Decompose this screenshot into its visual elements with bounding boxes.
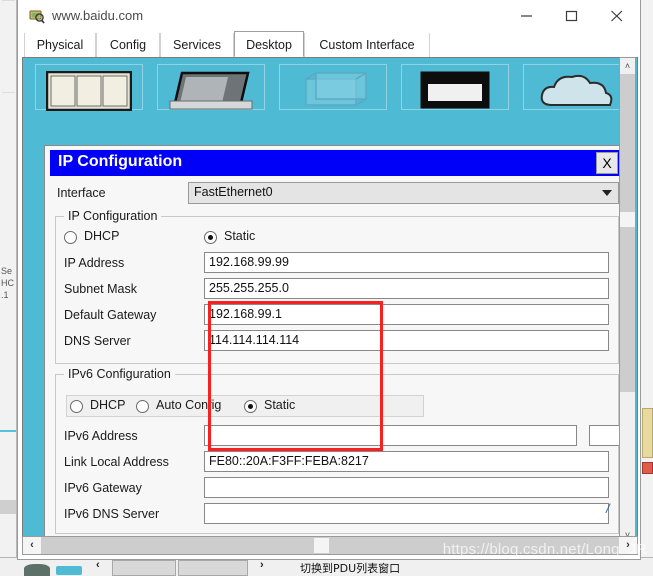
- link-local-address-input[interactable]: FE80::20A:F3FF:FEBA:8217: [204, 451, 609, 472]
- ipv6-gateway-label: IPv6 Gateway: [64, 481, 142, 495]
- ipv4-static-label: Static: [224, 229, 256, 243]
- radio-dot-icon: [244, 400, 257, 413]
- dns-server-input[interactable]: 114.114.114.114: [204, 330, 609, 351]
- ipv6-auto-config-label: Auto Config: [156, 398, 222, 412]
- ipv6-prefix-input[interactable]: [589, 425, 621, 446]
- bottom-status-text: 切换到PDU列表窗口: [300, 562, 401, 575]
- minimize-button[interactable]: [505, 0, 550, 30]
- vertical-scroll-track-top[interactable]: [620, 74, 635, 212]
- desktop-tile-command-prompt[interactable]: [401, 64, 509, 110]
- bottom-right-arrow-icon[interactable]: ›: [260, 559, 264, 571]
- ipv6-prefix-separator: /: [606, 501, 610, 516]
- vertical-scroll-track-bottom[interactable]: [620, 227, 635, 392]
- desktop-horizontal-scrollbar[interactable]: ‹ ›: [22, 536, 638, 555]
- default-gateway-input[interactable]: 192.168.99.1: [204, 304, 609, 325]
- ipv4-group-title: IP Configuration: [64, 209, 162, 223]
- chevron-down-icon: [602, 190, 612, 196]
- tab-custom-interface[interactable]: Custom Interface: [304, 33, 430, 57]
- scroll-left-icon[interactable]: ‹: [23, 537, 41, 554]
- dialog-close-button[interactable]: X: [596, 152, 618, 174]
- subnet-mask-input[interactable]: 255.255.255.0: [204, 278, 609, 299]
- close-button[interactable]: [595, 0, 640, 30]
- monitor-icon: [168, 71, 254, 114]
- horizontal-scroll-track[interactable]: [41, 537, 619, 554]
- desktop-tile-dial-up[interactable]: [157, 64, 265, 110]
- ipv4-dhcp-label: DHCP: [84, 229, 120, 243]
- window-panes-icon: [45, 70, 133, 114]
- tab-config[interactable]: Config: [96, 33, 160, 57]
- tab-physical[interactable]: Physical: [24, 33, 96, 57]
- ip-configuration-dialog: IP Configuration X Interface FastEtherne…: [44, 145, 624, 543]
- interface-select[interactable]: FastEthernet0: [188, 182, 619, 204]
- left-fragment-line-2: .1: [1, 290, 9, 300]
- ipv6-static-label: Static: [264, 398, 296, 412]
- desktop-canvas: IP Configuration X Interface FastEtherne…: [22, 57, 638, 544]
- desktop-tile-web-browser[interactable]: [523, 64, 631, 110]
- ipv6-dhcp-label: DHCP: [90, 398, 126, 412]
- ipv4-configuration-group: IP Configuration DHCP Static IP Address …: [55, 209, 619, 364]
- ipv6-address-label: IPv6 Address: [64, 429, 138, 443]
- radio-dot-icon: [136, 400, 149, 413]
- ipv6-dns-server-label: IPv6 DNS Server: [64, 507, 160, 521]
- radio-dot-icon: [70, 400, 83, 413]
- bottom-left-arrow-icon[interactable]: ‹: [96, 559, 100, 571]
- interface-select-value: FastEthernet0: [194, 185, 273, 199]
- dialog-titlebar: IP Configuration X: [50, 150, 620, 176]
- ipv6-address-input[interactable]: [204, 425, 577, 446]
- background-window-right: [640, 0, 653, 576]
- ip-address-label: IP Address: [64, 256, 125, 270]
- desktop-tile-terminal[interactable]: [279, 64, 387, 110]
- ip-address-input[interactable]: 192.168.99.99: [204, 252, 609, 273]
- left-fragment-line-1: HC: [1, 278, 14, 288]
- horizontal-scroll-thumb[interactable]: [314, 538, 329, 553]
- vertical-scroll-thumb[interactable]: [620, 212, 635, 227]
- ipv6-gateway-input[interactable]: [204, 477, 609, 498]
- background-window-left: Se HC .1: [0, 0, 17, 576]
- maximize-button[interactable]: [550, 0, 595, 30]
- subnet-mask-label: Subnet Mask: [64, 282, 137, 296]
- desktop-tile-ip-configuration[interactable]: [35, 64, 143, 112]
- tab-services[interactable]: Services: [160, 33, 234, 57]
- ipv6-dns-server-input[interactable]: [204, 503, 609, 524]
- packet-tracer-pc-icon: [29, 8, 45, 24]
- interface-label: Interface: [57, 186, 106, 200]
- radio-dot-icon: [64, 231, 77, 244]
- default-gateway-label: Default Gateway: [64, 308, 157, 322]
- cloud-icon: [534, 71, 620, 114]
- radio-dot-icon: [204, 231, 217, 244]
- ipv6-group-title: IPv6 Configuration: [64, 367, 175, 381]
- device-tabs: Physical Config Services Desktop Custom …: [18, 31, 640, 57]
- link-local-address-label: Link Local Address: [64, 455, 169, 469]
- ipv6-configuration-group: IPv6 Configuration DHCP Auto Config Stat…: [55, 367, 621, 534]
- dialog-title: IP Configuration: [58, 153, 183, 170]
- packet-tracer-device-window: www.baidu.com Physical Config Services D…: [17, 0, 641, 560]
- window-titlebar: www.baidu.com: [18, 0, 640, 31]
- black-screen-icon: [412, 71, 498, 114]
- left-fragment-line-0: Se: [1, 266, 13, 276]
- tab-desktop[interactable]: Desktop: [234, 31, 304, 57]
- scroll-right-icon[interactable]: ›: [619, 537, 637, 554]
- scroll-up-icon[interactable]: ˄: [620, 58, 635, 74]
- dns-server-label: DNS Server: [64, 334, 131, 348]
- window-title: www.baidu.com: [52, 8, 144, 23]
- desktop-vertical-scrollbar[interactable]: ˄ ˅: [619, 57, 636, 544]
- glass-box-icon: [290, 71, 376, 114]
